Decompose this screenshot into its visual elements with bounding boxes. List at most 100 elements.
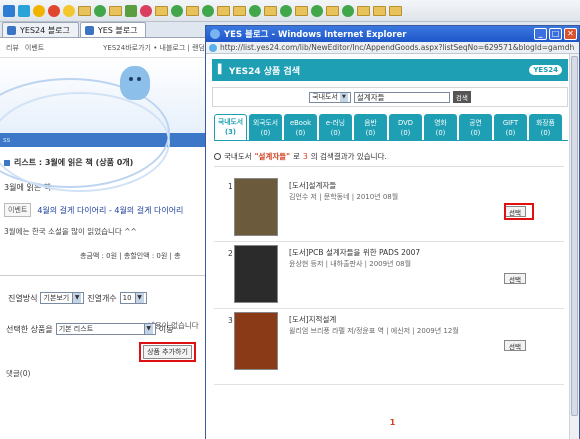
globe-icon[interactable] (342, 4, 354, 17)
folder-icon[interactable] (264, 5, 277, 16)
folder-icon[interactable] (155, 5, 168, 16)
search-input[interactable]: 설계자들 (353, 91, 450, 103)
globe-icon[interactable] (280, 4, 292, 17)
tab-count: (0) (540, 128, 551, 137)
tab-label: 화장품 (536, 118, 555, 127)
item-title[interactable]: [도서]설계자들 (289, 180, 336, 191)
folder-icon[interactable] (78, 5, 91, 16)
book-cover[interactable] (234, 178, 278, 236)
tab-yes-blog[interactable]: YES 블로그 (79, 22, 147, 37)
count-select[interactable]: 10 ▼ (119, 292, 147, 304)
post-text: 3월에는 한국 소설을 많이 읽었습니다 ^^ (4, 227, 137, 236)
search-category-select[interactable]: 국내도서 ▼ (309, 91, 351, 103)
tab-yes24-blog[interactable]: YES24 블로그 (2, 22, 79, 37)
scrollbar-thumb[interactable] (571, 56, 578, 416)
tab-category[interactable]: 음반 (0) (354, 114, 387, 141)
tab-category[interactable]: eBook (0) (284, 114, 317, 141)
book-cover[interactable] (234, 245, 278, 303)
tool-icon[interactable] (18, 4, 30, 17)
tab-label: eBook (289, 118, 312, 127)
folder-icon[interactable] (109, 5, 122, 16)
tab-count: (0) (295, 128, 306, 137)
globe-icon[interactable] (94, 4, 106, 17)
chevron-down-icon: ▼ (339, 92, 348, 102)
tab-label: 영화 (434, 118, 447, 127)
list-select[interactable]: 기본 리스트 ▼ (55, 323, 156, 335)
item-meta: 윤상현 등저 | 내하출판사 | 2009년 08월 (289, 260, 412, 268)
maximize-button[interactable]: □ (549, 28, 562, 40)
face-icon[interactable] (63, 4, 75, 17)
tab-category[interactable]: 공연 (0) (459, 114, 492, 141)
tab-count: (0) (260, 128, 271, 137)
globe-icon[interactable] (249, 4, 261, 17)
tab-count: (0) (435, 128, 446, 137)
move-label[interactable]: 이동 (159, 324, 174, 335)
comment-count[interactable]: 댓글(0) (6, 368, 30, 379)
banner-arc (0, 92, 170, 192)
page-icon (84, 25, 94, 35)
minimize-button[interactable]: _ (534, 28, 547, 40)
folder-icon[interactable] (326, 5, 339, 16)
tab-count: (0) (365, 128, 376, 137)
nav-review-link[interactable]: 리뷰 (6, 43, 19, 53)
tab-count: (0) (505, 128, 516, 137)
chevron-down-icon: ▼ (134, 293, 144, 303)
tab-category[interactable]: DVD (0) (389, 114, 422, 141)
tab-category[interactable]: 국내도서 (3) (214, 114, 247, 141)
folder-icon[interactable] (217, 5, 230, 16)
tab-count: (3) (225, 128, 236, 136)
globe-icon[interactable] (171, 4, 183, 17)
url-text: http://list.yes24.com/lib/NewEditor/Inc/… (220, 43, 575, 52)
close-button[interactable]: ✕ (564, 28, 577, 40)
yes24-logo: YES24 (529, 65, 562, 75)
divider (214, 308, 564, 309)
post-row: 이벤트 4월의 걸게 다이어리 - 4월의 걸게 다이어리 (0, 203, 205, 217)
book-cover[interactable] (234, 312, 278, 370)
folder-icon[interactable] (186, 5, 199, 16)
folder-icon[interactable] (233, 5, 246, 16)
item-title[interactable]: [도서]PCB 설계자들을 위한 PADS 2007 (289, 247, 420, 258)
folder-icon[interactable] (389, 5, 402, 16)
smile-icon[interactable] (33, 4, 45, 17)
window-title: YES 블로그 - Windows Internet Explorer (224, 30, 407, 40)
count-label: 진열개수 (87, 293, 117, 303)
result-summary: 국내도서 "설계자들" 로 3 의 검색결과가 있습니다. (214, 151, 564, 162)
ie-icon[interactable] (3, 4, 15, 17)
post-link[interactable]: 4월의 걸게 다이어리 - 4월의 걸게 다이어리 (37, 205, 183, 216)
folder-icon[interactable] (357, 5, 370, 16)
tab-category[interactable]: 화장품 (0) (529, 114, 562, 141)
pagination[interactable]: 1 (206, 418, 579, 427)
folder-icon[interactable] (295, 5, 308, 16)
tab-category[interactable]: 영화 (0) (424, 114, 457, 141)
search-icon (214, 153, 221, 160)
page-icon (209, 43, 217, 52)
scrollbar[interactable] (569, 54, 579, 439)
divider (214, 166, 564, 167)
globe-icon[interactable] (311, 4, 323, 17)
ie-icon (210, 29, 220, 39)
nav-event-link[interactable]: 이벤트 (25, 43, 44, 53)
add-item-button[interactable]: 상품 추가하기 (143, 345, 192, 359)
blog-page: 리뷰 이벤트 YES24바로가기 • 내블로그 | 랜덤 ss 리스트 : 3월… (0, 38, 205, 439)
item-meta: 윌리엄 브리풍 라펠 저/정윤표 역 | 에신저 | 2009년 12월 (289, 327, 459, 335)
globe-icon[interactable] (202, 4, 214, 17)
nav-right-links[interactable]: YES24바로가기 • 내블로그 | 랜덤 (103, 43, 205, 53)
tab-category[interactable]: e-러닝 (0) (319, 114, 352, 141)
sort-select[interactable]: 기본보기 ▼ (40, 292, 85, 304)
c-icon[interactable] (48, 4, 60, 17)
search-button[interactable]: 검색 (452, 91, 471, 103)
list-item: 3 [도서]지적설계 윌리엄 브리풍 라펠 저/정윤표 역 | 에신저 | 20… (228, 312, 554, 370)
divider (214, 384, 564, 385)
address-bar[interactable]: http://list.yes24.com/lib/NewEditor/Inc/… (206, 42, 579, 54)
heart-icon[interactable] (140, 4, 152, 17)
favorites-bar (0, 0, 580, 22)
select-button[interactable]: 선택 (504, 273, 526, 284)
tab-category[interactable]: GIFT (0) (494, 114, 527, 141)
tab-label: GIFT (502, 118, 519, 127)
select-button[interactable]: 선택 (504, 340, 526, 351)
folder-icon[interactable] (373, 5, 386, 16)
item-title[interactable]: [도서]지적설계 (289, 314, 336, 325)
arrow-icon[interactable] (125, 4, 137, 17)
tab-category[interactable]: 외국도서 (0) (249, 114, 282, 141)
search-header-title: YES24 상품 검색 (228, 66, 300, 77)
